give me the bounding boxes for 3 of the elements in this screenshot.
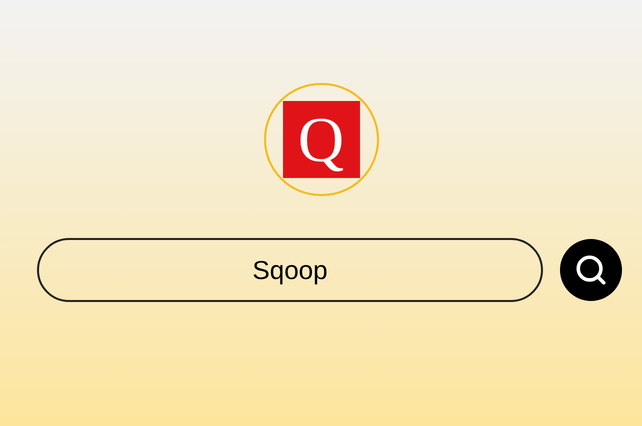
search-icon <box>574 253 608 287</box>
logo-letter: Q <box>298 108 344 172</box>
search-field[interactable]: Sqoop <box>37 238 543 302</box>
